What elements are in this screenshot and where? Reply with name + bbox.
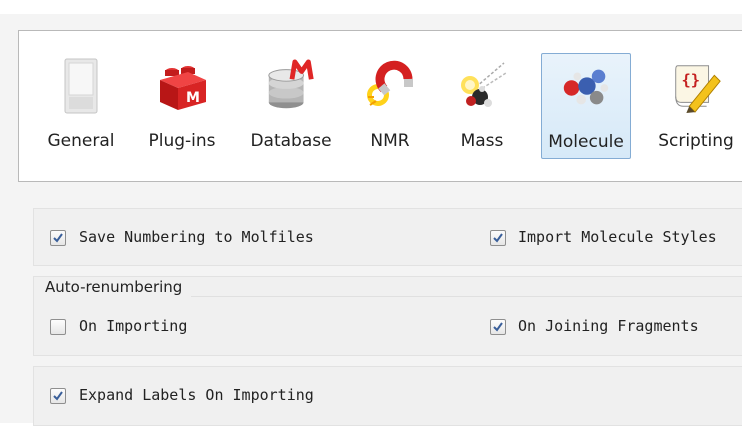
tab-plug-ins-label: Plug-ins [148,131,216,151]
mass-spec-icon [454,57,510,115]
expand-labels-label: Expand Labels On Importing [79,386,314,404]
tab-nmr-label: NMR [370,131,410,151]
tab-general-label: General [47,131,115,151]
tab-molecule[interactable]: Molecule [541,53,631,159]
svg-text:{}: {} [682,71,701,89]
preferences-toolbar: General M Plug-ins Database NMR Mass Mol… [18,30,742,182]
save-numbering-label: Save Numbering to Molfiles [79,228,314,246]
on-joining-fragments-label: On Joining Fragments [518,317,699,335]
script-icon: {} [668,57,724,115]
tab-scripting-label: Scripting [658,131,734,151]
lego-brick-icon: M [154,57,210,115]
import-molecule-styles-checkbox[interactable] [490,230,506,246]
magnet-icon [362,57,418,115]
tab-scripting[interactable]: {} Scripting [651,53,741,159]
tab-database-label: Database [250,131,332,151]
molecule-icon [558,58,614,116]
svg-text:M: M [186,90,200,106]
auto-renumbering-title: Auto-renumbering [45,278,183,296]
tab-molecule-label: Molecule [548,132,624,152]
save-numbering-checkbox[interactable] [50,230,66,246]
tab-mass[interactable]: Mass [447,53,517,159]
import-molecule-styles-label: Import Molecule Styles [518,228,717,246]
expand-labels-checkbox[interactable] [50,388,66,404]
database-icon [263,57,319,115]
on-joining-fragments-checkbox[interactable] [490,319,506,335]
tab-database[interactable]: Database [241,53,341,159]
tab-mass-label: Mass [460,131,504,151]
group-title-separator [191,296,742,297]
tab-general[interactable]: General [41,53,121,159]
title-strip [0,0,742,14]
switch-icon [53,57,109,115]
on-importing-label: On Importing [79,317,188,335]
on-importing-checkbox[interactable] [50,319,66,335]
tab-nmr[interactable]: NMR [355,53,425,159]
tab-plug-ins[interactable]: M Plug-ins [137,53,227,159]
